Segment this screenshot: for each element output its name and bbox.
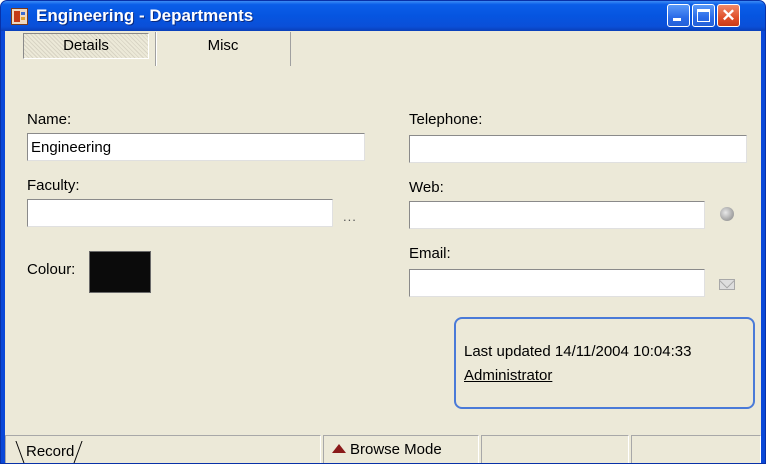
title-bar[interactable]: Engineering - Departments ✕ xyxy=(1,1,765,31)
faculty-field[interactable] xyxy=(27,199,333,227)
close-button[interactable]: ✕ xyxy=(717,4,740,27)
web-label: Web: xyxy=(409,179,444,196)
envelope-icon[interactable] xyxy=(719,279,735,290)
name-field[interactable] xyxy=(27,133,365,161)
status-panel-4 xyxy=(631,435,761,463)
maximize-icon xyxy=(697,9,710,22)
close-icon: ✕ xyxy=(721,6,736,25)
status-panel-3 xyxy=(481,435,629,463)
web-field[interactable] xyxy=(409,201,705,229)
app-icon[interactable] xyxy=(11,8,28,25)
globe-icon[interactable] xyxy=(720,207,734,221)
telephone-label: Telephone: xyxy=(409,111,483,128)
maximize-button[interactable] xyxy=(692,4,715,27)
record-panel: Record xyxy=(5,435,321,463)
minimize-button[interactable] xyxy=(667,4,690,27)
window-title: Engineering - Departments xyxy=(36,6,254,25)
mode-panel: Browse Mode xyxy=(323,435,479,463)
tab-misc[interactable]: Misc xyxy=(155,32,291,66)
telephone-field[interactable] xyxy=(409,135,747,163)
record-tab[interactable]: Record xyxy=(15,438,83,463)
name-label: Name: xyxy=(27,111,72,128)
email-label: Email: xyxy=(409,245,451,262)
tab-strip: Details Misc xyxy=(5,31,761,67)
minimize-icon xyxy=(673,18,681,21)
colour-swatch[interactable] xyxy=(89,251,151,293)
browse-mode-icon xyxy=(332,443,346,453)
updated-by-link[interactable]: Administrator xyxy=(464,367,552,384)
last-updated-panel: Last updated 14/11/2004 10:04:33 Adminis… xyxy=(454,317,755,409)
email-field[interactable] xyxy=(409,269,705,297)
tab-details[interactable]: Details xyxy=(23,33,149,59)
colour-label: Colour: xyxy=(27,261,76,278)
last-updated-text: Last updated 14/11/2004 10:04:33 xyxy=(464,343,692,360)
department-window: Engineering - Departments ✕ Details Misc… xyxy=(0,0,766,464)
browse-mode-text: Browse Mode xyxy=(350,441,442,458)
window-client: Details Misc Name: Faculty: ... Colour: … xyxy=(5,31,761,463)
faculty-label: Faculty: xyxy=(27,177,80,194)
status-bar: Record Browse Mode xyxy=(5,433,761,463)
faculty-browse-button[interactable]: ... xyxy=(343,209,357,224)
